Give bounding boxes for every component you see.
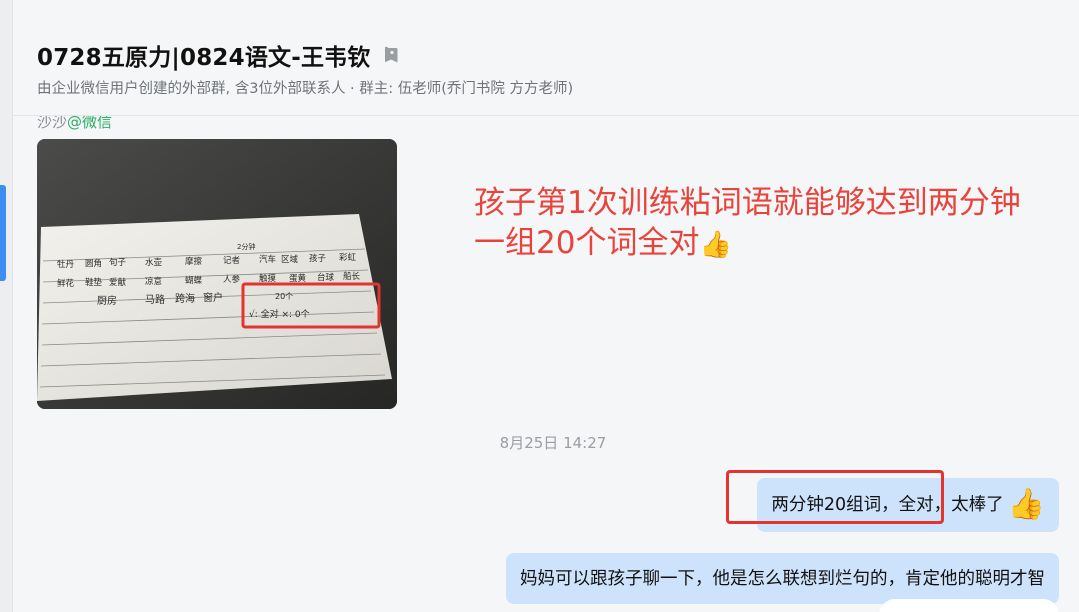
- photo-result: √: 全对 ×: 0个: [249, 308, 310, 320]
- photo-count: 20个: [275, 292, 293, 301]
- sender-name: 沙沙@微信: [37, 116, 112, 132]
- photo-word: 彩虹: [339, 252, 357, 263]
- outgoing-message[interactable]: 妈妈可以跟孩子聊一下，他是怎么联想到烂句的，肯定他的聪明才智: [506, 553, 1059, 604]
- photo-word: 鲜花: [57, 278, 75, 289]
- photo-word: 鞋垫: [85, 277, 103, 288]
- thumbs-up-icon: 👍: [1007, 487, 1045, 522]
- photo-word: 孩子: [309, 253, 327, 264]
- photo-word: 蝴蝶: [185, 275, 203, 286]
- chat-subtitle: 由企业微信用户创建的外部群, 含3位外部联系人 · 群主: 伍老师(乔门书院 方…: [37, 81, 574, 97]
- photo-word: 蛋黄: [289, 273, 307, 284]
- photo-word: 跨海: [175, 292, 195, 305]
- caption-line-2: 一组20个词全对👍: [474, 223, 1054, 265]
- homework-photo: 2分钟 牡丹 圆角 句子 水壶 摩擦 记者 汽车 区域 孩子 彩虹 鲜花 鞋垫 …: [37, 139, 397, 409]
- sender-nickname: 沙沙: [37, 116, 68, 131]
- tag-icon[interactable]: [383, 45, 399, 65]
- message-list[interactable]: 沙沙@微信 2分钟 牡丹 圆角 句子 水壶 摩擦 记者 汽车 区域 孩子 彩虹 …: [13, 116, 1079, 612]
- photo-word: 船长: [343, 271, 361, 282]
- photo-word: 厨房: [97, 294, 117, 307]
- photo-word: 人参: [223, 274, 241, 285]
- photo-word: 窗户: [203, 291, 223, 304]
- next-message-bubble[interactable]: [879, 599, 1059, 612]
- chat-title[interactable]: 0728五原力|0824语文-王韦钦: [37, 38, 371, 72]
- photo-word: 凉意: [145, 276, 162, 287]
- photo-word: 区域: [281, 254, 299, 265]
- left-rail: [0, 0, 13, 612]
- image-message[interactable]: 2分钟 牡丹 圆角 句子 水壶 摩擦 记者 汽车 区域 孩子 彩虹 鲜花 鞋垫 …: [37, 139, 397, 409]
- message-timestamp: 8月25日 14:27: [13, 432, 1079, 453]
- photo-word: 马路: [145, 293, 165, 306]
- title-row: 0728五原力|0824语文-王韦钦: [37, 38, 399, 72]
- photo-header: 2分钟: [237, 242, 255, 251]
- photo-word: 记者: [223, 256, 241, 266]
- photo-word: 句子: [109, 257, 127, 268]
- photo-word: 汽车: [259, 254, 276, 265]
- photo-word: 爱献: [109, 277, 127, 288]
- left-rail-scroll-indicator[interactable]: [0, 185, 6, 281]
- message-text: 妈妈可以跟孩子聊一下，他是怎么联想到烂句的，肯定他的聪明才智: [520, 568, 1045, 589]
- annotation-highlight-box: [726, 470, 944, 524]
- image-caption: 孩子第1次训练粘词语就能够达到两分钟 一组20个词全对👍: [474, 183, 1054, 265]
- caption-line-2-text: 一组20个词全对: [474, 225, 700, 261]
- photo-word: 水壶: [145, 257, 163, 268]
- caption-line-1: 孩子第1次训练粘词语就能够达到两分钟: [474, 185, 1021, 221]
- sender-platform: @微信: [67, 116, 113, 131]
- photo-word: 圆角: [85, 258, 102, 269]
- timestamp-text: 8月25日 14:27: [499, 434, 607, 452]
- photo-word: 台球: [317, 272, 335, 283]
- chat-header: 0728五原力|0824语文-王韦钦 由企业微信用户创建的外部群, 含3位外部联…: [13, 0, 1079, 116]
- photo-word: 触摸: [259, 273, 277, 284]
- photo-word: 牡丹: [57, 259, 75, 270]
- photo-word: 摩擦: [185, 256, 203, 267]
- thumbs-up-icon: 👍: [699, 230, 732, 260]
